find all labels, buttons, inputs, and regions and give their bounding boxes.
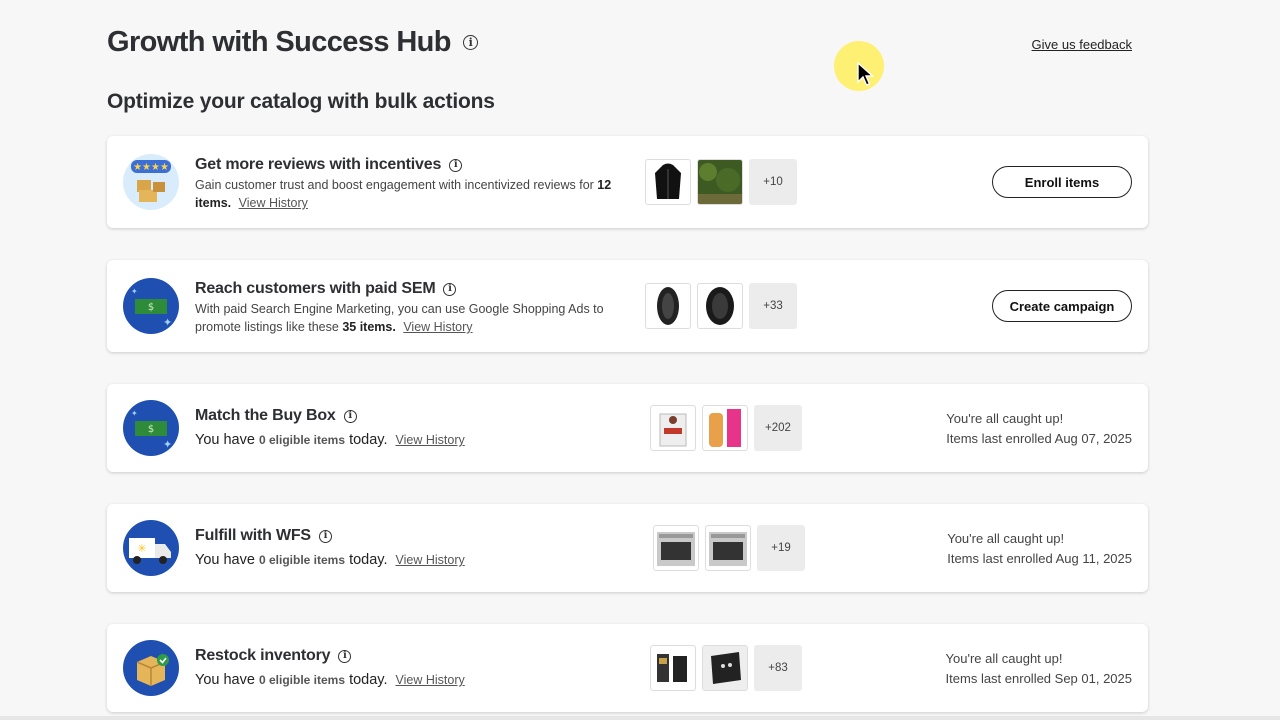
- forest-thumbnail[interactable]: [697, 159, 743, 205]
- eligibility-text: You have 0 eligible items today. View Hi…: [195, 672, 465, 688]
- create-campaign-button[interactable]: Create campaign: [992, 290, 1132, 322]
- sem-card: $ ✦ ✦ Reach customers with paid SEM i Wi…: [107, 260, 1148, 352]
- wfs-card: ✳ Fulfill with WFS i You have 0 eligible…: [107, 504, 1148, 592]
- svg-text:✦: ✦: [131, 409, 138, 418]
- product-thumbnail[interactable]: [650, 405, 696, 451]
- feedback-link[interactable]: Give us feedback: [1032, 37, 1132, 52]
- info-icon[interactable]: i: [338, 649, 352, 663]
- buy-box-card: $ ✦ ✦ Match the Buy Box i You have 0 eli…: [107, 384, 1148, 472]
- view-history-link[interactable]: View History: [396, 433, 465, 447]
- product-thumbnail[interactable]: [702, 645, 748, 691]
- info-icon[interactable]: i: [343, 409, 357, 423]
- item-thumbnails: +202: [650, 405, 802, 451]
- eligibility-text: You have 0 eligible items today. View Hi…: [195, 552, 465, 568]
- view-history-link[interactable]: View History: [239, 196, 308, 210]
- hoodie-thumbnail[interactable]: [645, 159, 691, 205]
- oven-thumbnail[interactable]: [653, 525, 699, 571]
- tire-thumbnail[interactable]: [697, 283, 743, 329]
- view-history-link[interactable]: View History: [396, 673, 465, 687]
- tire-thumbnail[interactable]: [645, 283, 691, 329]
- svg-text:$: $: [148, 424, 154, 435]
- status-text: You're all caught up! Items last enrolle…: [945, 651, 1132, 686]
- mouse-pointer-icon: [856, 61, 875, 93]
- status-text: You're all caught up! Items last enrolle…: [947, 531, 1132, 566]
- enroll-items-button[interactable]: Enroll items: [992, 166, 1132, 198]
- wfs-title: Fulfill with WFS i: [195, 527, 332, 545]
- info-icon[interactable]: i: [462, 35, 478, 50]
- item-thumbnails: +83: [650, 645, 802, 691]
- info-icon[interactable]: i: [443, 282, 457, 296]
- buy-box-title: Match the Buy Box i: [195, 407, 357, 425]
- reviews-description: Gain customer trust and boost engagement…: [195, 178, 612, 210]
- eligibility-text: You have 0 eligible items today. View Hi…: [195, 432, 465, 448]
- more-items-count[interactable]: +19: [757, 525, 805, 571]
- more-items-count[interactable]: +10: [749, 159, 797, 205]
- truck-badge-icon: ✳: [123, 520, 179, 576]
- box-badge-icon: [123, 640, 179, 696]
- svg-text:$: $: [148, 302, 154, 313]
- status-text: You're all caught up! Items last enrolle…: [946, 411, 1132, 446]
- section-title: Optimize your catalog with bulk actions: [107, 90, 495, 113]
- sem-description: With paid Search Engine Marketing, you c…: [195, 302, 604, 334]
- money-badge-icon: $ ✦ ✦: [123, 400, 179, 456]
- bottom-divider: [0, 716, 1280, 720]
- reviews-badge-icon: ★★★★: [123, 154, 179, 210]
- svg-text:★★★★: ★★★★: [133, 162, 169, 173]
- restock-title: Restock inventory i: [195, 647, 352, 665]
- more-items-count[interactable]: +33: [749, 283, 797, 329]
- restock-card: Restock inventory i You have 0 eligible …: [107, 624, 1148, 712]
- money-badge-icon: $ ✦ ✦: [123, 278, 179, 334]
- view-history-link[interactable]: View History: [396, 553, 465, 567]
- item-thumbnails: +10: [645, 159, 797, 205]
- svg-text:✳: ✳: [137, 542, 146, 555]
- svg-text:✦: ✦: [163, 316, 172, 329]
- more-items-count[interactable]: +83: [754, 645, 802, 691]
- oven-thumbnail[interactable]: [705, 525, 751, 571]
- product-thumbnail[interactable]: [650, 645, 696, 691]
- reviews-card: ★★★★ Get more reviews with incentives i …: [107, 136, 1148, 228]
- product-thumbnail[interactable]: [702, 405, 748, 451]
- sem-title: Reach customers with paid SEM i: [195, 280, 457, 298]
- svg-text:✦: ✦: [163, 438, 172, 451]
- reviews-title: Get more reviews with incentives i: [195, 156, 463, 174]
- page-title: Growth with Success Hub i: [107, 26, 478, 59]
- info-icon[interactable]: i: [449, 158, 463, 172]
- info-icon[interactable]: i: [318, 529, 332, 543]
- item-thumbnails: +19: [653, 525, 805, 571]
- more-items-count[interactable]: +202: [754, 405, 802, 451]
- svg-text:✦: ✦: [131, 287, 138, 296]
- view-history-link[interactable]: View History: [403, 320, 472, 334]
- item-thumbnails: +33: [645, 283, 797, 329]
